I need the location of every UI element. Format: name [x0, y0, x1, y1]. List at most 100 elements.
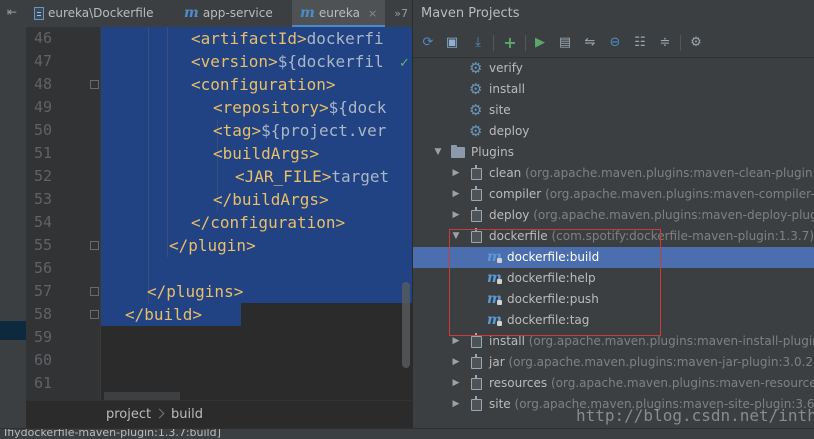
tree-node-deploy[interactable]: ▶ deploy (org.apache.maven.plugins:maven-…	[413, 205, 814, 226]
line-number-gutter: 46474849505152535455565758596061	[26, 27, 101, 400]
xml-tag: </buildArgs>	[213, 190, 329, 209]
toolbar-separator	[680, 35, 681, 51]
maven-goal-icon: m	[487, 271, 503, 286]
code-line: </build>	[125, 303, 202, 326]
chevron-right-icon[interactable]: ▶	[451, 394, 461, 415]
code-line: <version>${dockerfil	[191, 50, 384, 73]
tree-node-dockerfile-build[interactable]: mdockerfile:build	[413, 247, 814, 268]
fold-marker-icon[interactable]	[90, 287, 99, 296]
tab-eureka-dockerfile[interactable]: eureka\Dockerfile	[28, 0, 159, 27]
tree-node-clean[interactable]: ▶clean (org.apache.maven.plugins:maven-c…	[413, 163, 814, 184]
maven-goal-icon: m	[487, 313, 503, 328]
tree-node-plugins[interactable]: ▼ Plugins	[413, 142, 814, 163]
xml-tag: </plugin>	[169, 236, 256, 255]
tabs-overflow-button[interactable]: »7	[394, 0, 408, 27]
xml-text: ${dock	[329, 98, 387, 117]
line-number: 59	[26, 326, 52, 349]
node-name: install	[489, 334, 525, 348]
toggle-offline-icon[interactable]: ⇋	[581, 34, 599, 52]
line-number: 46	[26, 27, 52, 50]
node-coordinates: (org.apache.maven.plugins:maven-resource…	[551, 376, 814, 390]
tab-eureka[interactable]: meureka×	[292, 0, 385, 27]
chevron-down-icon[interactable]: ▼	[451, 226, 461, 247]
plugin-icon	[469, 355, 485, 370]
editor-scrollbar-thumb[interactable]	[402, 282, 410, 368]
tree-node-label: dockerfile (com.spotify:dockerfile-maven…	[489, 226, 814, 247]
node-name: dockerfile:help	[507, 271, 596, 285]
breadcrumb-item-project[interactable]: project	[106, 401, 151, 428]
node-name: resources	[489, 376, 547, 390]
maven-goal-icon: m	[487, 250, 503, 265]
line-number: 61	[26, 372, 52, 395]
code-line: </buildArgs>	[213, 188, 329, 211]
maven-projects-panel: Maven Projects ⟳ ▣ ⤓ + ▶ ▤ ⇋ ⊖ ☷ ≑ ⚙ ⚙ve…	[412, 0, 814, 428]
code-content[interactable]: ✓ <artifactId>dockerfi<version>${dockerf…	[101, 27, 412, 400]
chevron-right-icon[interactable]: ▶	[451, 331, 461, 352]
tree-node-site[interactable]: ⚙site	[413, 100, 814, 121]
tree-node-label: compiler (org.apache.maven.plugins:maven…	[489, 184, 814, 205]
tab-label: eureka\Dockerfile	[48, 6, 153, 20]
node-name: deploy	[489, 124, 529, 138]
watermark: http://blog.csdn.net/inthat	[576, 406, 814, 425]
chevron-right-icon[interactable]: ▶	[451, 163, 461, 184]
line-number: 55	[26, 234, 52, 257]
tree-node-resources[interactable]: ▶ resources (org.apache.maven.plugins:mav…	[413, 373, 814, 394]
code-line: <buildArgs>	[213, 142, 319, 165]
xml-tag: </build>	[125, 305, 202, 324]
chevron-right-icon[interactable]: ▶	[451, 184, 461, 205]
tree-node-install[interactable]: ▶install (org.apache.maven.plugins:maven…	[413, 331, 814, 352]
tree-node-dockerfile-push[interactable]: mdockerfile:push	[413, 289, 814, 310]
plugin-icon	[469, 187, 485, 202]
reimport-icon[interactable]: ▣	[443, 34, 461, 52]
settings-icon[interactable]: ⚙	[687, 34, 705, 52]
tree-node-jar[interactable]: ▶ jar (org.apache.maven.plugins:maven-jar…	[413, 352, 814, 373]
run-config-icon[interactable]: ▤	[556, 34, 574, 52]
tab-label: app-service	[203, 6, 273, 20]
chevron-down-icon[interactable]: ▼	[433, 142, 443, 163]
refresh-icon[interactable]: ⟳	[419, 34, 437, 52]
download-sources-icon[interactable]: ⤓	[469, 34, 487, 52]
tree-node-install[interactable]: ⚙install	[413, 79, 814, 100]
show-dependencies-icon[interactable]: ☷	[631, 34, 649, 52]
arrow-to-left-icon[interactable]: ⇤	[3, 3, 21, 21]
tree-node-compiler[interactable]: ▶ compiler (org.apache.maven.plugins:mave…	[413, 184, 814, 205]
run-icon[interactable]: ▶	[531, 34, 549, 52]
tree-node-verify[interactable]: ⚙ verify	[413, 58, 814, 79]
fold-marker-icon[interactable]	[90, 80, 99, 89]
xml-tag: </configuration>	[191, 213, 345, 232]
status-text: Ifiydockerfile-maven-plugin:1.3.7:build]	[4, 428, 221, 439]
minimap-marker	[104, 392, 180, 400]
code-line: <artifactId>dockerfi	[191, 27, 384, 50]
code-editor: eureka\Dockerfile mapp-service meureka× …	[26, 0, 412, 428]
node-name: site	[489, 103, 511, 117]
code-line: </plugins>	[147, 280, 243, 303]
chevron-right-icon[interactable]: ▶	[451, 205, 461, 226]
node-coordinates: (org.apache.maven.plugins:maven-jar-plug…	[508, 355, 814, 369]
tree-node-label: deploy (org.apache.maven.plugins:maven-d…	[489, 205, 814, 226]
node-name: Plugins	[471, 145, 514, 159]
breadcrumb-item-build[interactable]: build	[171, 401, 203, 428]
fold-marker-icon[interactable]	[90, 310, 99, 319]
add-maven-project-icon[interactable]: +	[501, 34, 519, 52]
tree-node-label: jar (org.apache.maven.plugins:maven-jar-…	[489, 352, 814, 373]
tab-app-service[interactable]: mapp-service	[178, 0, 279, 27]
node-name: dockerfile	[489, 229, 548, 243]
toolbar-separator	[525, 35, 526, 51]
fold-marker-icon[interactable]	[90, 241, 99, 250]
xml-tag: <tag>	[213, 121, 261, 140]
node-name: jar	[489, 355, 505, 369]
close-tab-icon[interactable]: ×	[368, 7, 377, 20]
node-name: deploy	[489, 208, 529, 222]
tree-node-label: verify	[489, 58, 523, 79]
collapse-all-icon[interactable]: ≑	[656, 34, 674, 52]
node-name: dockerfile:tag	[507, 313, 589, 327]
skip-tests-icon[interactable]: ⊖	[606, 34, 624, 52]
tree-node-deploy[interactable]: ⚙deploy	[413, 121, 814, 142]
tree-node-label: deploy	[489, 121, 529, 142]
chevron-right-icon[interactable]: ▶	[451, 373, 461, 394]
tree-node-dockerfile-tag[interactable]: m dockerfile:tag	[413, 310, 814, 331]
tree-node-dockerfile-help[interactable]: m dockerfile:help	[413, 268, 814, 289]
chevron-right-icon[interactable]: ▶	[451, 352, 461, 373]
tree-node-dockerfile[interactable]: ▼ dockerfile (com.spotify:dockerfile-mave…	[413, 226, 814, 247]
gear-icon: ⚙	[469, 61, 485, 76]
